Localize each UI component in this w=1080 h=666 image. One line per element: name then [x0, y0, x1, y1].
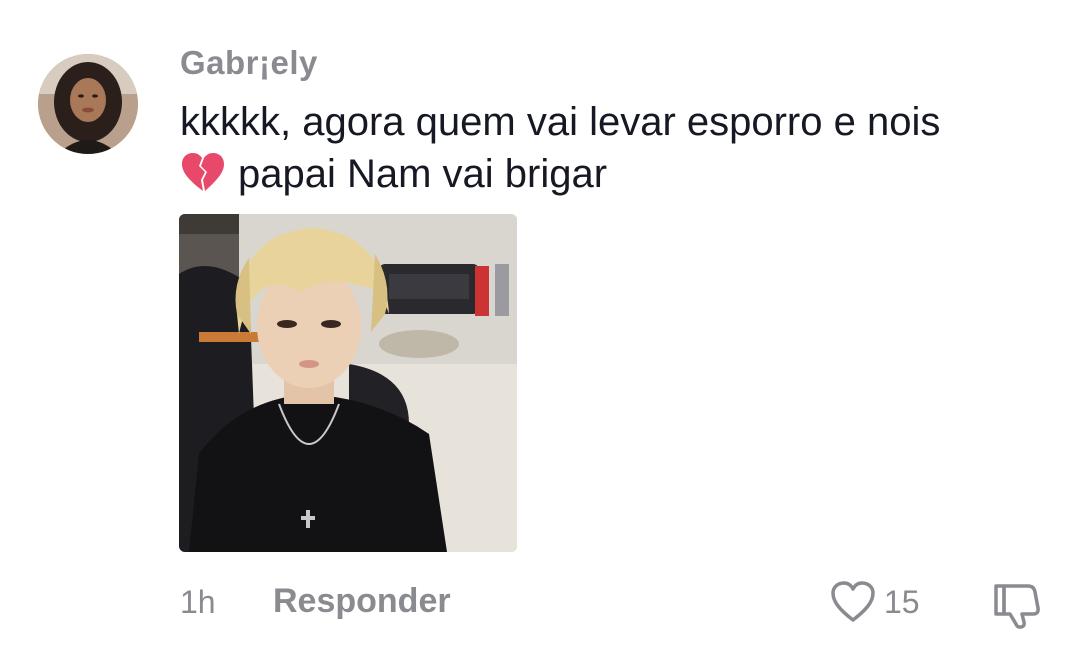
- like-button[interactable]: 15: [830, 580, 920, 624]
- username[interactable]: Gabr¡ely: [180, 44, 318, 82]
- heart-icon[interactable]: [830, 580, 876, 624]
- comment-time: 1h: [180, 584, 216, 620]
- comment-item: Gabr¡ely kkkkk, agora quem vai levar esp…: [0, 0, 1080, 666]
- comment-text: kkkkk, agora quem vai levar esporro e no…: [180, 96, 1050, 200]
- dislike-button[interactable]: [990, 580, 1044, 630]
- reply-button[interactable]: Responder: [273, 582, 451, 621]
- broken-heart-icon: [180, 151, 226, 193]
- comment-text-line-2: papai Nam vai brigar: [180, 148, 1050, 200]
- comment-text-line-1: kkkkk, agora quem vai levar esporro e no…: [180, 100, 941, 144]
- avatar[interactable]: [38, 54, 138, 154]
- like-count: 15: [884, 583, 920, 620]
- thumbs-down-icon[interactable]: [990, 580, 1044, 630]
- comment-photo[interactable]: [179, 214, 517, 552]
- comment-text-line-2-text: papai Nam vai brigar: [238, 152, 608, 196]
